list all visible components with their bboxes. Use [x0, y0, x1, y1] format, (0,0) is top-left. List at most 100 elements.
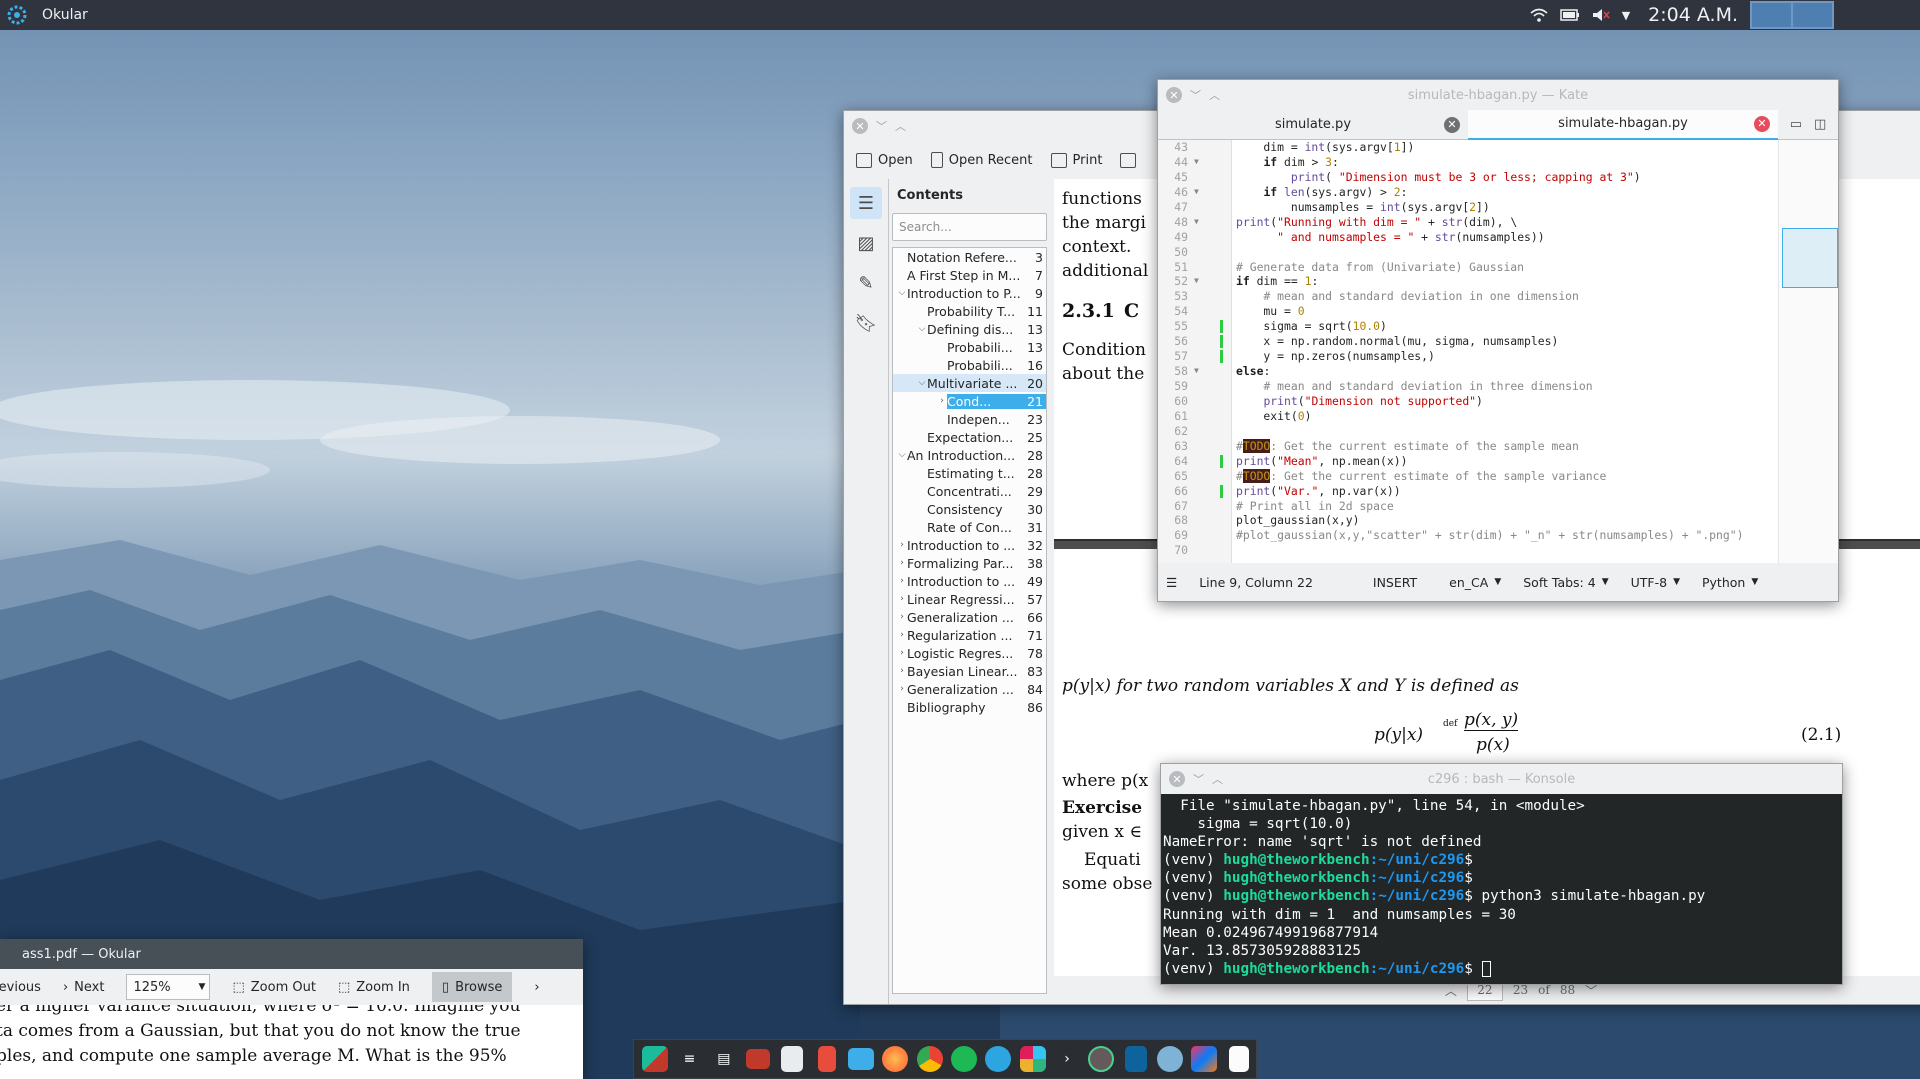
close-tab-icon[interactable]: ✕: [1444, 116, 1460, 133]
close-icon[interactable]: ✕: [1166, 87, 1182, 103]
slack-icon[interactable]: [1018, 1043, 1048, 1075]
toc-item[interactable]: › Generalization ... 84: [893, 680, 1046, 698]
contents-search-input[interactable]: Search...: [892, 213, 1047, 241]
zoom-select[interactable]: 125% ▼: [126, 974, 211, 1000]
chevron-right-icon[interactable]: ›: [897, 666, 907, 676]
atom-icon[interactable]: [1086, 1043, 1116, 1075]
fullscreen-button[interactable]: [1120, 152, 1137, 168]
chevron-down-icon[interactable]: ⌵: [917, 378, 927, 388]
toc-item[interactable]: Rate of Con... 31: [893, 518, 1046, 536]
tab-simulate-hbagan-py[interactable]: simulate-hbagan.py ✕: [1468, 109, 1778, 140]
annotations-panel-icon[interactable]: ✎: [850, 267, 882, 299]
document-page-view-2[interactable]: er a higher variance situation, where σ²…: [0, 1005, 583, 1079]
files-taskbar-icon[interactable]: [846, 1043, 876, 1075]
kate-taskbar-icon[interactable]: [640, 1043, 670, 1075]
toc-item[interactable]: Expectation... 25: [893, 428, 1046, 446]
toc-item[interactable]: Notation Refere... 3: [893, 248, 1046, 266]
chevron-down-icon[interactable]: ⌵: [917, 324, 927, 334]
desktop-2[interactable]: [1793, 3, 1832, 27]
tasks-taskbar-icon[interactable]: ≡: [674, 1043, 704, 1075]
terminal-taskbar-icon[interactable]: ›: [1052, 1043, 1082, 1075]
desktop-1[interactable]: [1752, 3, 1791, 27]
contents-panel-icon[interactable]: ☰: [850, 187, 882, 219]
close-icon[interactable]: ✕: [852, 118, 868, 134]
toc-item[interactable]: Indepen... 23: [893, 410, 1046, 428]
text-editor-taskbar-icon[interactable]: [1224, 1043, 1254, 1075]
tray-expand-icon[interactable]: ▼: [1622, 9, 1630, 22]
spreadsheet-taskbar-icon[interactable]: [777, 1043, 807, 1075]
terminal-output[interactable]: File "simulate-hbagan.py", line 54, in <…: [1161, 794, 1842, 984]
indentation-selector[interactable]: Soft Tabs: 4 ▼: [1523, 575, 1608, 590]
chevron-right-icon[interactable]: ›: [937, 396, 947, 406]
chevron-down-icon[interactable]: ⌵: [897, 450, 907, 460]
chevron-right-icon[interactable]: ›: [897, 540, 907, 550]
chevron-right-icon[interactable]: ›: [897, 576, 907, 586]
toc-item[interactable]: Consistency 30: [893, 500, 1046, 518]
firefox-icon[interactable]: [880, 1043, 910, 1075]
toc-item[interactable]: Probabili... 13: [893, 338, 1046, 356]
toc-item[interactable]: › Bayesian Linear... 83: [893, 662, 1046, 680]
zoom-out-button[interactable]: ⬚ Zoom Out: [232, 980, 315, 995]
battery-icon[interactable]: [1559, 9, 1580, 21]
volume-muted-icon[interactable]: [1592, 8, 1610, 22]
spotify-icon[interactable]: [949, 1043, 979, 1075]
toc-item[interactable]: › Regularization ... 71: [893, 626, 1046, 644]
toc-item[interactable]: ⌵ Multivariate ... 20: [893, 374, 1046, 392]
printer-taskbar-icon[interactable]: ▤: [709, 1043, 739, 1075]
minimap-viewport[interactable]: [1782, 228, 1838, 288]
intellij-icon[interactable]: [1189, 1043, 1219, 1075]
previous-page-button[interactable]: Previous: [0, 980, 41, 995]
maximize-icon[interactable]: ︿: [1209, 87, 1220, 103]
quick-open-icon[interactable]: ▭: [1790, 117, 1802, 132]
dictionary-selector[interactable]: en_CA ▼: [1449, 575, 1501, 590]
tab-simulate-py[interactable]: simulate.py ✕: [1158, 110, 1468, 140]
okular-taskbar-icon[interactable]: [812, 1043, 842, 1075]
input-mode[interactable]: INSERT: [1373, 575, 1417, 590]
screenshot-taskbar-icon[interactable]: [743, 1043, 773, 1075]
toc-item[interactable]: ⌵ Defining dis... 13: [893, 320, 1046, 338]
thumbnails-panel-icon[interactable]: ▨: [850, 227, 882, 259]
virtual-desktop-pager[interactable]: [1750, 1, 1834, 29]
maximize-icon[interactable]: ︿: [1212, 771, 1223, 787]
print-button[interactable]: Print: [1050, 152, 1102, 168]
application-launcher[interactable]: [2, 0, 32, 30]
minimize-icon[interactable]: ﹀: [876, 118, 887, 134]
bookmarks-panel-icon[interactable]: 🔖︎: [850, 307, 882, 339]
vscode-icon[interactable]: [1121, 1043, 1151, 1075]
sidebar-toggle-icon[interactable]: ☰: [1166, 575, 1177, 590]
zoom-in-button[interactable]: ⬚ Zoom In: [338, 980, 410, 995]
encoding-selector[interactable]: UTF-8 ▼: [1631, 575, 1680, 590]
code-editor[interactable]: 43 dim = int(sys.argv[1]) 44 ▼ if dim > 3…: [1158, 140, 1838, 565]
toc-item[interactable]: › Introduction to ... 32: [893, 536, 1046, 554]
next-page-button[interactable]: › Next: [63, 980, 105, 995]
toc-item[interactable]: › Introduction to ... 49: [893, 572, 1046, 590]
toc-item[interactable]: › Linear Regressi... 57: [893, 590, 1046, 608]
chevron-right-icon[interactable]: ›: [897, 684, 907, 694]
telegram-icon[interactable]: [983, 1043, 1013, 1075]
syntax-selector[interactable]: Python ▼: [1702, 575, 1758, 590]
toc-item[interactable]: ⌵ An Introduction... 28: [893, 446, 1046, 464]
game-taskbar-icon[interactable]: [1155, 1043, 1185, 1075]
code-minimap[interactable]: [1778, 140, 1838, 565]
toc-item[interactable]: › Cond... 21: [893, 392, 1046, 410]
chevron-right-icon[interactable]: ›: [534, 980, 539, 995]
browse-tool-button[interactable]: ▯ Browse: [431, 972, 513, 1002]
minimize-icon[interactable]: ﹀: [1190, 87, 1201, 103]
open-button[interactable]: Open: [856, 152, 913, 168]
chevron-right-icon[interactable]: ›: [897, 594, 907, 604]
toc-item[interactable]: › Generalization ... 66: [893, 608, 1046, 626]
split-view-icon[interactable]: ◫: [1814, 117, 1826, 132]
toc-item[interactable]: Probability T... 11: [893, 302, 1046, 320]
chevron-right-icon[interactable]: ›: [897, 558, 907, 568]
cursor-position[interactable]: Line 9, Column 22: [1199, 575, 1313, 590]
close-icon[interactable]: ✕: [1169, 771, 1185, 787]
toc-item[interactable]: Estimating t... 28: [893, 464, 1046, 482]
toc-item[interactable]: › Formalizing Par... 38: [893, 554, 1046, 572]
toc-item[interactable]: ⌵ Introduction to P... 9: [893, 284, 1046, 302]
chevron-right-icon[interactable]: ›: [897, 648, 907, 658]
minimize-icon[interactable]: ﹀: [1193, 771, 1204, 787]
toc-item[interactable]: Probabili... 16: [893, 356, 1046, 374]
maximize-icon[interactable]: ︿: [895, 118, 906, 134]
wifi-icon[interactable]: [1530, 8, 1548, 22]
toc-item[interactable]: Bibliography 86: [893, 698, 1046, 716]
